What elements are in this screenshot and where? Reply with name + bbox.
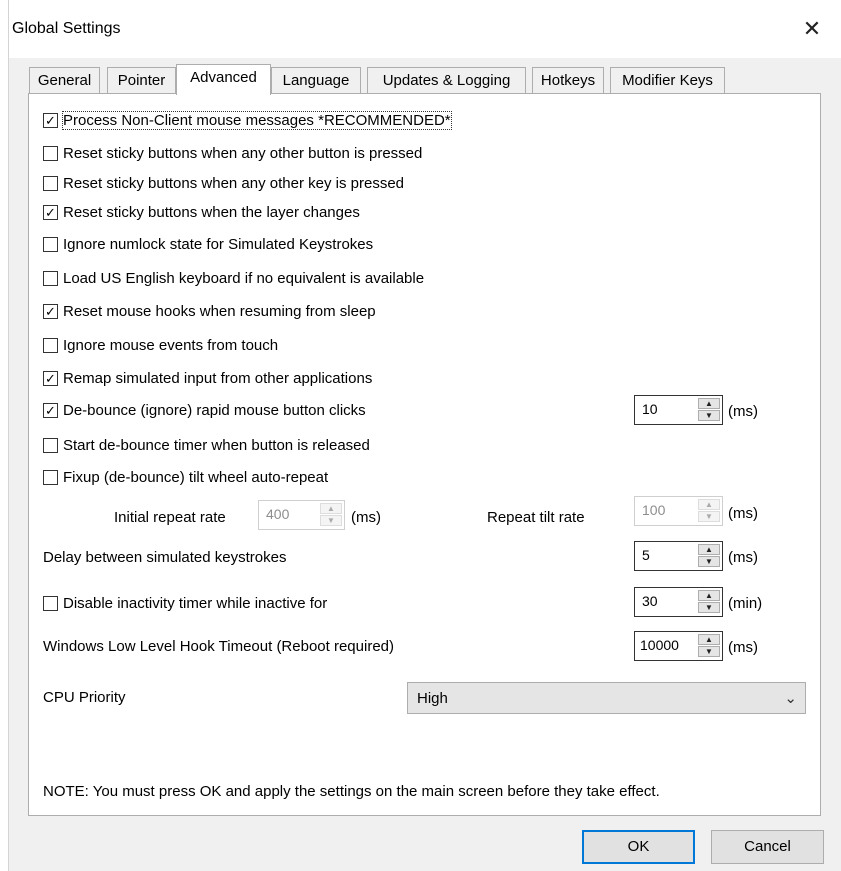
cancel-button[interactable]: Cancel (711, 830, 824, 864)
unit-label: (ms) (728, 505, 758, 522)
checkbox[interactable]: ✓ (43, 303, 58, 319)
checkbox[interactable]: ✓ (43, 402, 58, 418)
window-left-edge (0, 0, 9, 871)
spin-down-icon[interactable]: ▼ (698, 556, 720, 567)
checkbox-row-disable-inactivity[interactable]: Disable inactivity timer while inactive … (43, 592, 327, 614)
checkbox-label: Reset sticky buttons when the layer chan… (63, 203, 360, 221)
tab-pointer[interactable]: Pointer (107, 67, 176, 93)
check-icon: ✓ (45, 204, 56, 220)
checkbox-row-process-non-client[interactable]: ✓ Process Non-Client mouse messages *REC… (43, 109, 452, 131)
checkbox-row-start-debounce-timer[interactable]: Start de-bounce timer when button is rel… (43, 434, 370, 456)
unit-label: (min) (728, 595, 763, 612)
check-icon: ✓ (45, 112, 56, 128)
spin-down-icon: ▼ (698, 511, 720, 522)
unit-label: (ms) (728, 549, 758, 566)
spinner-value[interactable]: 5 (642, 547, 650, 563)
checkbox-row-fixup-tilt[interactable]: Fixup (de-bounce) tilt wheel auto-repeat (43, 466, 328, 488)
hook-timeout-label: Windows Low Level Hook Timeout (Reboot r… (43, 638, 394, 655)
spin-up-icon[interactable]: ▲ (698, 398, 720, 409)
tab-hotkeys[interactable]: Hotkeys (532, 67, 604, 93)
note-text: NOTE: You must press OK and apply the se… (43, 783, 660, 800)
tab-modifier-keys[interactable]: Modifier Keys (610, 67, 725, 93)
unit-label: (ms) (728, 639, 758, 656)
checkbox-label: Start de-bounce timer when button is rel… (63, 436, 370, 454)
spin-down-icon: ▼ (320, 515, 342, 526)
spin-up-icon[interactable]: ▲ (698, 590, 720, 601)
checkbox-label: De-bounce (ignore) rapid mouse button cl… (63, 401, 366, 419)
repeat-tilt-rate-spinner: 100 ▲ ▼ (634, 496, 723, 526)
checkbox-label: Reset mouse hooks when resuming from sle… (63, 302, 376, 320)
delay-label: Delay between simulated keystrokes (43, 549, 287, 566)
checkbox-label: Ignore mouse events from touch (63, 336, 279, 354)
checkbox-row-reset-mouse-hooks[interactable]: ✓ Reset mouse hooks when resuming from s… (43, 300, 376, 322)
title-bar: Global Settings ✕ (9, 0, 841, 58)
checkbox-label: Ignore numlock state for Simulated Keyst… (63, 235, 374, 253)
spin-up-icon: ▲ (698, 499, 720, 510)
unit-label: (ms) (351, 509, 381, 526)
delay-spinner[interactable]: 5 ▲ ▼ (634, 541, 723, 571)
checkbox-row-reset-sticky-layer[interactable]: ✓ Reset sticky buttons when the layer ch… (43, 201, 360, 223)
hook-timeout-spinner[interactable]: 10000 ▲ ▼ (634, 631, 723, 661)
initial-repeat-rate-label: Initial repeat rate (114, 509, 226, 526)
repeat-tilt-rate-label: Repeat tilt rate (487, 509, 585, 526)
cpu-priority-label: CPU Priority (43, 689, 126, 706)
spin-down-icon[interactable]: ▼ (698, 646, 720, 657)
debounce-ms-spinner[interactable]: 10 ▲ ▼ (634, 395, 723, 425)
checkbox[interactable] (43, 595, 58, 611)
checkbox-row-reset-sticky-key[interactable]: Reset sticky buttons when any other key … (43, 172, 404, 194)
checkbox[interactable] (43, 236, 58, 252)
tab-updates-logging[interactable]: Updates & Logging (367, 67, 526, 93)
spin-up-icon[interactable]: ▲ (698, 544, 720, 555)
checkbox-label: Process Non-Client mouse messages *RECOM… (62, 110, 452, 130)
spinner-value[interactable]: 30 (642, 593, 658, 609)
checkbox-row-remap-simulated[interactable]: ✓ Remap simulated input from other appli… (43, 367, 372, 389)
spin-up-icon[interactable]: ▲ (698, 634, 720, 645)
spinner-value: 400 (266, 506, 290, 522)
spin-up-icon: ▲ (320, 503, 342, 514)
check-icon: ✓ (45, 303, 56, 319)
checkbox[interactable]: ✓ (43, 204, 58, 220)
checkbox-row-ignore-touch[interactable]: Ignore mouse events from touch (43, 334, 278, 356)
checkbox-label: Reset sticky buttons when any other butt… (63, 144, 423, 162)
checkbox-row-ignore-numlock[interactable]: Ignore numlock state for Simulated Keyst… (43, 233, 373, 255)
close-icon[interactable]: ✕ (797, 14, 827, 44)
checkbox[interactable] (43, 469, 58, 485)
initial-repeat-rate-spinner: 400 ▲ ▼ (258, 500, 345, 530)
spinner-value[interactable]: 10000 (640, 637, 679, 653)
checkbox-label: Remap simulated input from other applica… (63, 369, 373, 387)
checkbox-label: Disable inactivity timer while inactive … (63, 594, 328, 612)
checkbox-label: Fixup (de-bounce) tilt wheel auto-repeat (63, 468, 329, 486)
checkbox[interactable] (43, 175, 58, 191)
check-icon: ✓ (45, 402, 56, 418)
checkbox-label: Reset sticky buttons when any other key … (63, 174, 405, 192)
checkbox-row-load-us-english[interactable]: Load US English keyboard if no equivalen… (43, 267, 424, 289)
checkbox-row-debounce[interactable]: ✓ De-bounce (ignore) rapid mouse button … (43, 399, 366, 421)
checkbox[interactable] (43, 337, 58, 353)
cpu-priority-dropdown[interactable]: High ⌄ (407, 682, 806, 714)
window-title: Global Settings (12, 20, 121, 37)
checkbox-row-reset-sticky-button[interactable]: Reset sticky buttons when any other butt… (43, 142, 422, 164)
checkbox[interactable] (43, 437, 58, 453)
checkbox[interactable]: ✓ (43, 370, 58, 386)
checkbox-label: Load US English keyboard if no equivalen… (63, 269, 425, 287)
checkbox[interactable] (43, 145, 58, 161)
check-icon: ✓ (45, 370, 56, 386)
dropdown-value: High (417, 690, 448, 707)
checkbox[interactable] (43, 270, 58, 286)
spin-down-icon[interactable]: ▼ (698, 410, 720, 421)
tab-language[interactable]: Language (271, 67, 361, 93)
checkbox[interactable]: ✓ (43, 112, 58, 128)
unit-label: (ms) (728, 403, 758, 420)
spinner-value: 100 (642, 502, 666, 518)
spin-down-icon[interactable]: ▼ (698, 602, 720, 613)
inactivity-minutes-spinner[interactable]: 30 ▲ ▼ (634, 587, 723, 617)
spinner-value[interactable]: 10 (642, 401, 658, 417)
chevron-down-icon: ⌄ (784, 690, 797, 707)
tab-advanced[interactable]: Advanced (176, 64, 271, 95)
tab-general[interactable]: General (29, 67, 100, 93)
ok-button[interactable]: OK (582, 830, 695, 864)
